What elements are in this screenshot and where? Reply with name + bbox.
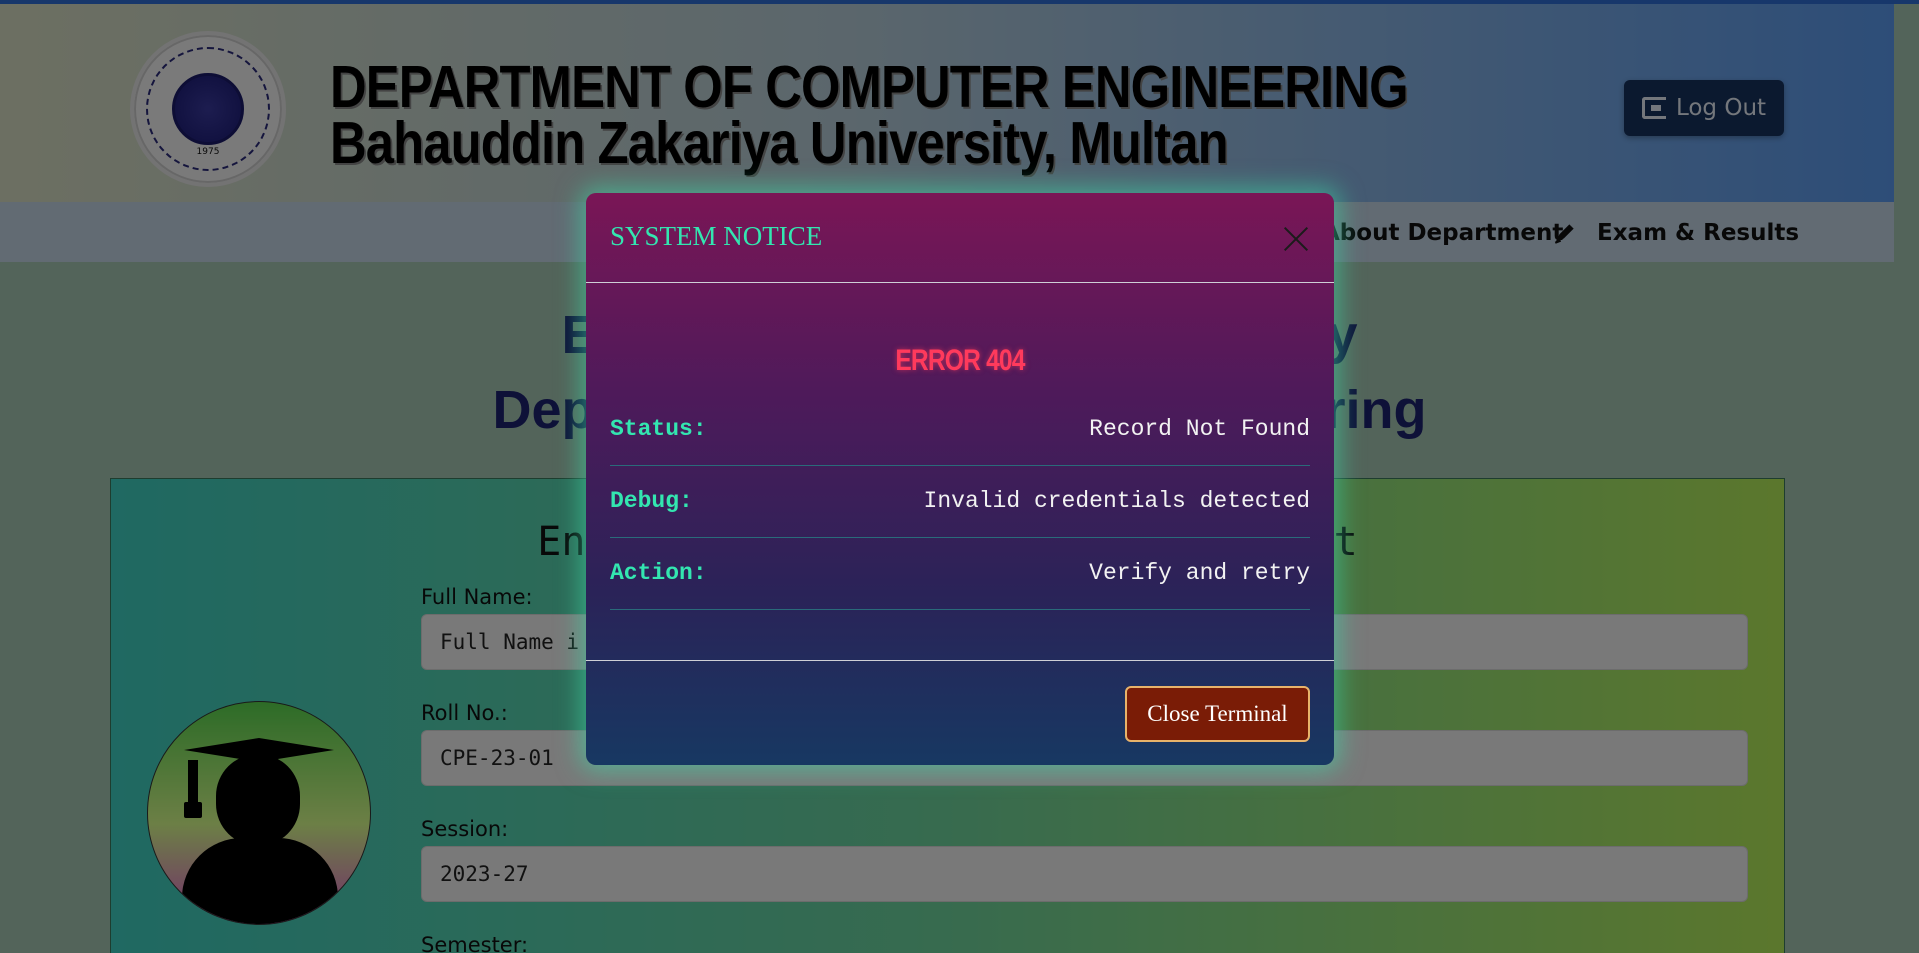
action-row: Action: Verify and retry xyxy=(610,538,1310,610)
close-terminal-button[interactable]: Close Terminal xyxy=(1125,686,1310,742)
error-code: ERROR 404 xyxy=(895,344,1025,377)
action-value: Verify and retry xyxy=(1089,560,1310,586)
status-key: Status: xyxy=(610,416,707,442)
modal-footer: Close Terminal xyxy=(586,660,1334,765)
system-notice-modal: SYSTEM NOTICE ERROR 404 Status: Record N… xyxy=(586,193,1334,765)
close-icon[interactable] xyxy=(1280,223,1312,255)
action-key: Action: xyxy=(610,560,707,586)
debug-row: Debug: Invalid credentials detected xyxy=(610,466,1310,538)
modal-header: SYSTEM NOTICE xyxy=(586,193,1334,283)
modal-title: SYSTEM NOTICE xyxy=(610,221,823,251)
status-value: Record Not Found xyxy=(1089,416,1310,442)
debug-value: Invalid credentials detected xyxy=(923,488,1310,514)
status-row: Status: Record Not Found xyxy=(610,394,1310,466)
debug-key: Debug: xyxy=(610,488,693,514)
